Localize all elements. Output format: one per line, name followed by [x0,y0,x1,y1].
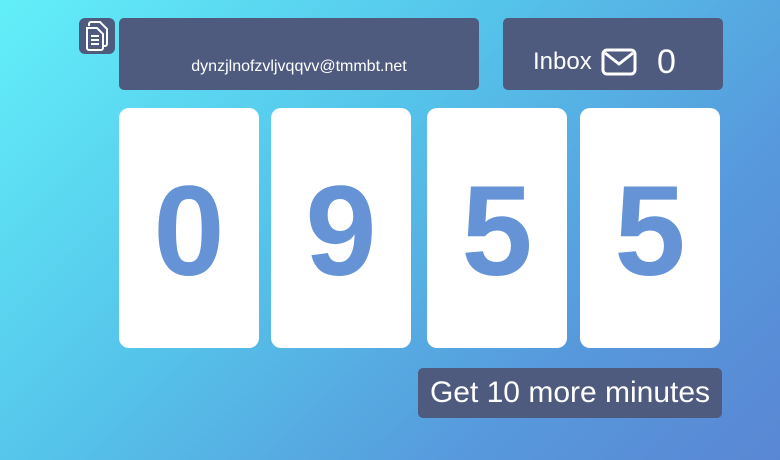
inbox-button[interactable]: Inbox 0 [503,18,723,90]
email-address: dynzjlnofzvljvqqvv@tmmbt.net [191,58,407,75]
digit: 0 [153,160,225,303]
inbox-label: Inbox [533,48,592,75]
timer-digit-seconds-tens: 5 [427,108,567,348]
copy-email-button[interactable] [79,18,115,54]
copy-icon [84,21,110,51]
timer-digit-minutes-tens: 0 [119,108,259,348]
digit: 9 [305,160,377,303]
digit: 5 [614,160,686,303]
get-more-minutes-button[interactable]: Get 10 more minutes [418,368,722,418]
inbox-count: 0 [657,43,676,81]
digit: 5 [461,160,533,303]
timer-digit-seconds-ones: 5 [580,108,720,348]
timer-digit-minutes-ones: 9 [271,108,411,348]
envelope-icon [601,48,637,81]
email-address-box[interactable]: dynzjlnofzvljvqqvv@tmmbt.net [119,18,479,90]
